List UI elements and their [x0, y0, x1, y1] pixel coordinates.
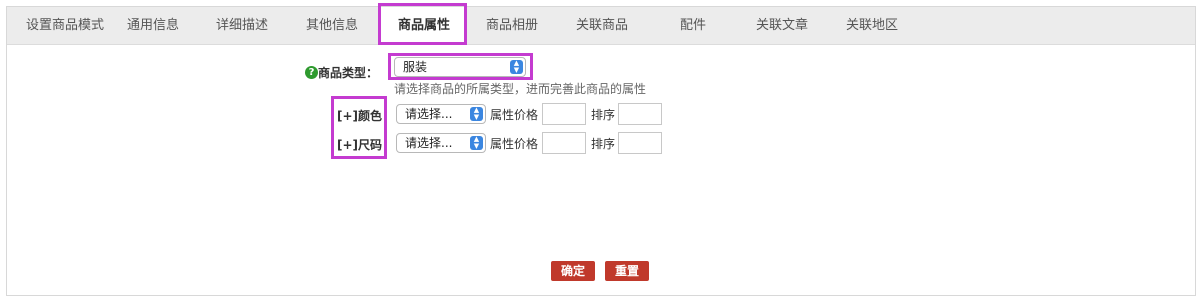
goods-type-label: 商品类型：: [318, 66, 379, 80]
attribute-color-select-value: 请选择...: [405, 107, 453, 121]
help-icon[interactable]: ?: [305, 66, 318, 79]
attribute-size-sort-input[interactable]: [618, 132, 662, 154]
reset-button[interactable]: 重置: [605, 261, 650, 281]
attribute-price-label: 属性价格: [490, 108, 539, 122]
tab-goods-gallery[interactable]: 商品相册: [477, 7, 547, 45]
goods-type-select[interactable]: 服装 ▲ ▼: [394, 57, 526, 77]
tab-set-goods-mode[interactable]: 设置商品模式: [15, 7, 115, 45]
confirm-button[interactable]: 确定: [551, 261, 596, 281]
tab-goods-attributes[interactable]: 商品属性: [381, 7, 467, 45]
select-arrows-icon: ▲ ▼: [470, 107, 483, 121]
goods-type-hint: 请选择商品的所属类型，进而完善此商品的属性: [394, 82, 647, 96]
tab-linked-regions[interactable]: 关联地区: [837, 7, 907, 45]
tab-bar: 设置商品模式 通用信息 详细描述 其他信息 商品属性 商品相册 关联商品 配件 …: [7, 7, 1195, 45]
attribute-sort-label: 排序: [591, 108, 616, 122]
attribute-sort-label: 排序: [591, 137, 616, 151]
attribute-label-size[interactable]: [+]尺码: [337, 136, 382, 153]
tab-linked-goods[interactable]: 关联商品: [567, 7, 637, 45]
tab-detail-description[interactable]: 详细描述: [207, 7, 277, 45]
attribute-price-label: 属性价格: [490, 137, 539, 151]
tab-other-info[interactable]: 其他信息: [297, 7, 367, 45]
attribute-color-select[interactable]: 请选择... ▲ ▼: [396, 104, 486, 124]
tab-linked-articles[interactable]: 关联文章: [747, 7, 817, 45]
attribute-size-select-value: 请选择...: [405, 136, 453, 150]
goods-type-selected-value: 服装: [403, 60, 428, 74]
attribute-size-select[interactable]: 请选择... ▲ ▼: [396, 133, 486, 153]
tab-general-info[interactable]: 通用信息: [119, 7, 187, 45]
attribute-color-price-input[interactable]: [542, 103, 586, 125]
select-arrows-icon: ▲ ▼: [510, 60, 523, 74]
attribute-color-sort-input[interactable]: [618, 103, 662, 125]
tab-accessories[interactable]: 配件: [667, 7, 719, 45]
attribute-label-color[interactable]: [+]颜色: [337, 107, 382, 124]
attribute-size-price-input[interactable]: [542, 132, 586, 154]
select-arrows-icon: ▲ ▼: [470, 136, 483, 150]
